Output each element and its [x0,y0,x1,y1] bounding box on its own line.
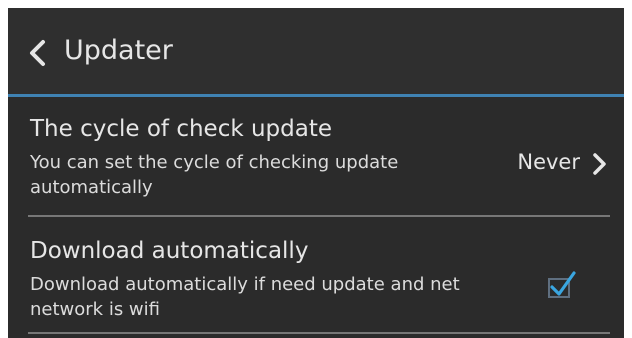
row-divider [28,332,610,334]
back-chevron-icon[interactable] [26,38,48,68]
cycle-description: You can set the cycle of checking update… [30,152,399,198]
row-divider [28,215,610,217]
page-title: Updater [64,35,173,66]
checkbox-checked-icon[interactable] [544,268,578,302]
chevron-right-icon[interactable] [590,152,608,176]
updater-screen: Updater The cycle of check update You ca… [8,8,624,338]
app-header: Updater [8,8,624,97]
cycle-value[interactable]: Never [517,148,580,176]
setting-row-cycle[interactable]: The cycle of check update You can set th… [8,100,624,216]
header-divider [8,94,624,97]
setting-row-download[interactable]: Download automatically Download automati… [8,220,624,338]
cycle-title: The cycle of check update [30,116,333,142]
download-title: Download automatically [30,238,309,264]
download-description: Download automatically if need update an… [30,274,460,320]
